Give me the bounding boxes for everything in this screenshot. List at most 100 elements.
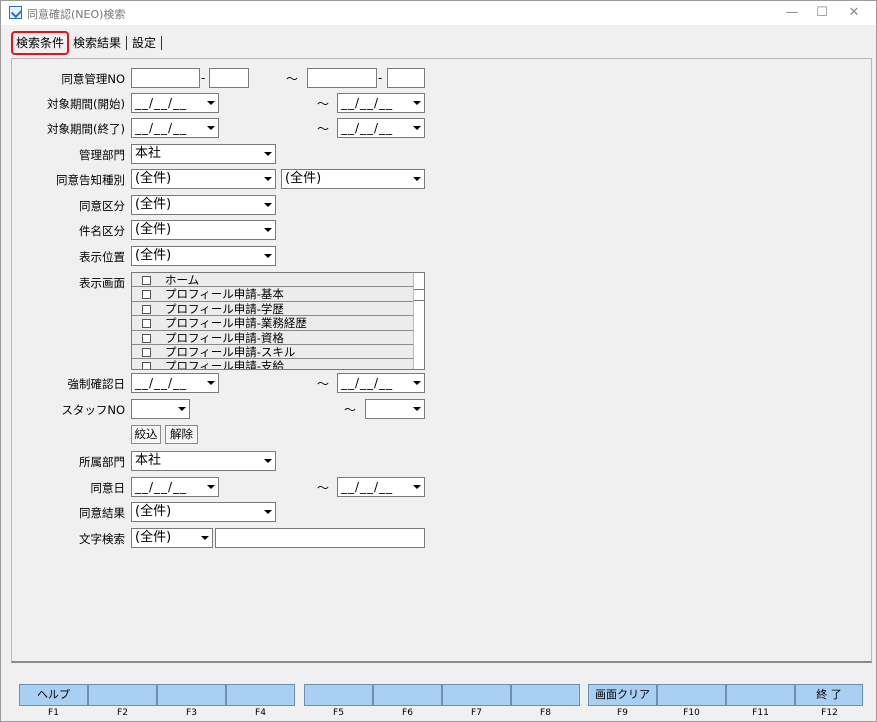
dropdown-arrow-icon[interactable] xyxy=(260,145,275,163)
list-item-label: ホーム xyxy=(165,273,200,287)
dropdown-arrow-icon[interactable] xyxy=(203,94,218,112)
label-consent-class: 同意区分 xyxy=(79,199,125,213)
affiliated-dept-select[interactable]: 本社 xyxy=(131,451,276,471)
dropdown-arrow-icon[interactable] xyxy=(409,94,424,112)
period-end-to-date[interactable]: __/__/__ xyxy=(337,118,425,138)
text-search-input[interactable] xyxy=(215,528,425,548)
consent-date-from[interactable]: __/__/__ xyxy=(131,477,219,497)
mgmt-dept-select[interactable]: 本社 xyxy=(131,144,276,164)
list-item[interactable]: プロフィール申請-支給 xyxy=(132,359,424,370)
f1-help-button[interactable]: ヘルプ xyxy=(19,684,88,706)
consent-no-to-suffix-input[interactable] xyxy=(387,68,425,88)
list-item[interactable]: プロフィール申請-基本 xyxy=(132,287,424,302)
f2-button[interactable] xyxy=(88,684,157,706)
list-item[interactable]: プロフィール申請-スキル xyxy=(132,344,424,360)
list-item[interactable]: プロフィール申請-資格 xyxy=(132,330,424,345)
dropdown-arrow-icon[interactable] xyxy=(260,196,275,214)
f6-button[interactable] xyxy=(373,684,442,706)
selected-value: (全件) xyxy=(135,530,172,545)
dropdown-arrow-icon[interactable] xyxy=(409,374,424,392)
f7-button[interactable] xyxy=(442,684,511,706)
fkey-label: F9 xyxy=(617,708,628,718)
period-start-to-date[interactable]: __/__/__ xyxy=(337,93,425,113)
maximize-button[interactable]: ☐ xyxy=(807,3,837,23)
staff-no-to-select[interactable] xyxy=(365,399,425,419)
dash-separator: - xyxy=(201,71,206,85)
consent-result-select[interactable]: (全件) xyxy=(131,502,276,522)
consent-no-from-suffix-input[interactable] xyxy=(209,68,249,88)
dropdown-arrow-icon[interactable] xyxy=(260,452,275,470)
checkbox[interactable] xyxy=(142,319,151,329)
period-end-from-date[interactable]: __/__/__ xyxy=(131,118,219,138)
f9-clear-screen-button[interactable]: 画面クリア xyxy=(588,684,657,706)
label-consent-result: 同意結果 xyxy=(79,506,125,520)
f11-button[interactable] xyxy=(726,684,795,706)
dropdown-arrow-icon[interactable] xyxy=(203,119,218,137)
dropdown-arrow-icon[interactable] xyxy=(409,400,424,418)
dropdown-arrow-icon[interactable] xyxy=(409,478,424,496)
list-item[interactable]: プロフィール申請-学歴 xyxy=(132,301,424,317)
dropdown-arrow-icon[interactable] xyxy=(203,374,218,392)
f10-button[interactable] xyxy=(657,684,726,706)
tab-separator xyxy=(161,36,163,50)
checkbox[interactable] xyxy=(142,276,151,285)
fkey-label: F7 xyxy=(471,708,482,718)
close-button[interactable]: ✕ xyxy=(839,3,869,23)
dropdown-arrow-icon[interactable] xyxy=(409,170,424,188)
date-placeholder: __/__/__ xyxy=(135,376,188,390)
consent-date-to[interactable]: __/__/__ xyxy=(337,477,425,497)
tab-search-conditions[interactable]: 検索条件 xyxy=(11,31,70,55)
staff-no-from-select[interactable] xyxy=(131,399,190,419)
f12-exit-button[interactable]: 終 了 xyxy=(795,684,863,706)
app-window: 同意確認(NEO)検索 — ☐ ✕ 検索条件 検索結果 設定 同意管理NO - … xyxy=(0,0,877,722)
display-position-select[interactable]: (全件) xyxy=(131,246,276,266)
selected-value: (全件) xyxy=(135,222,172,237)
subject-class-select[interactable]: (全件) xyxy=(131,220,276,240)
selected-value: (全件) xyxy=(285,171,322,186)
checkbox[interactable] xyxy=(142,362,151,369)
dropdown-arrow-icon[interactable] xyxy=(260,247,275,265)
period-start-from-date[interactable]: __/__/__ xyxy=(131,93,219,113)
f3-button[interactable] xyxy=(157,684,226,706)
label-consent-mgmt-no: 同意管理NO xyxy=(61,72,125,86)
checkbox[interactable] xyxy=(142,304,151,314)
label-staff-no: スタッフNO xyxy=(61,403,125,417)
dropdown-arrow-icon[interactable] xyxy=(260,503,275,521)
forced-confirm-to-date[interactable]: __/__/__ xyxy=(337,373,425,393)
notice-type-select-2[interactable]: (全件) xyxy=(281,169,425,189)
f5-button[interactable] xyxy=(304,684,373,706)
minimize-button[interactable]: — xyxy=(777,3,807,23)
dropdown-arrow-icon[interactable] xyxy=(260,221,275,239)
label-affiliated-dept: 所属部門 xyxy=(79,455,125,469)
consent-no-to-prefix-input[interactable] xyxy=(307,68,377,88)
checkbox[interactable] xyxy=(142,290,151,300)
selected-value: 本社 xyxy=(135,453,162,468)
narrow-button[interactable]: 絞込 xyxy=(131,425,161,444)
list-item-label: プロフィール申請-支給 xyxy=(165,359,284,370)
clear-narrow-button[interactable]: 解除 xyxy=(165,425,198,444)
dropdown-arrow-icon[interactable] xyxy=(260,170,275,188)
consent-no-from-prefix-input[interactable] xyxy=(131,68,200,88)
checkbox[interactable] xyxy=(142,333,151,343)
date-placeholder: __/__/__ xyxy=(341,480,394,494)
dropdown-arrow-icon[interactable] xyxy=(409,119,424,137)
list-item[interactable]: ホーム xyxy=(132,273,424,288)
dropdown-arrow-icon[interactable] xyxy=(203,478,218,496)
scrollbar-thumb[interactable] xyxy=(414,289,424,301)
tab-separator xyxy=(126,36,128,50)
notice-type-select-1[interactable]: (全件) xyxy=(131,169,276,189)
dropdown-arrow-icon[interactable] xyxy=(174,400,189,418)
f4-button[interactable] xyxy=(226,684,295,706)
consent-class-select[interactable]: (全件) xyxy=(131,195,276,215)
f8-button[interactable] xyxy=(511,684,580,706)
checkbox[interactable] xyxy=(142,347,151,357)
forced-confirm-from-date[interactable]: __/__/__ xyxy=(131,373,219,393)
text-search-field-select[interactable]: (全件) xyxy=(131,528,213,548)
dropdown-arrow-icon[interactable] xyxy=(197,529,212,547)
display-screen-listbox[interactable]: ホーム プロフィール申請-基本 プロフィール申請-学歴 プロフィール申請-業務経… xyxy=(131,272,425,370)
listbox-scrollbar[interactable] xyxy=(413,273,424,369)
list-item[interactable]: プロフィール申請-業務経歴 xyxy=(132,316,424,331)
fkey-label: F6 xyxy=(402,708,413,718)
tab-settings[interactable]: 設定 xyxy=(128,33,160,53)
tab-search-results[interactable]: 検索結果 xyxy=(69,33,125,53)
